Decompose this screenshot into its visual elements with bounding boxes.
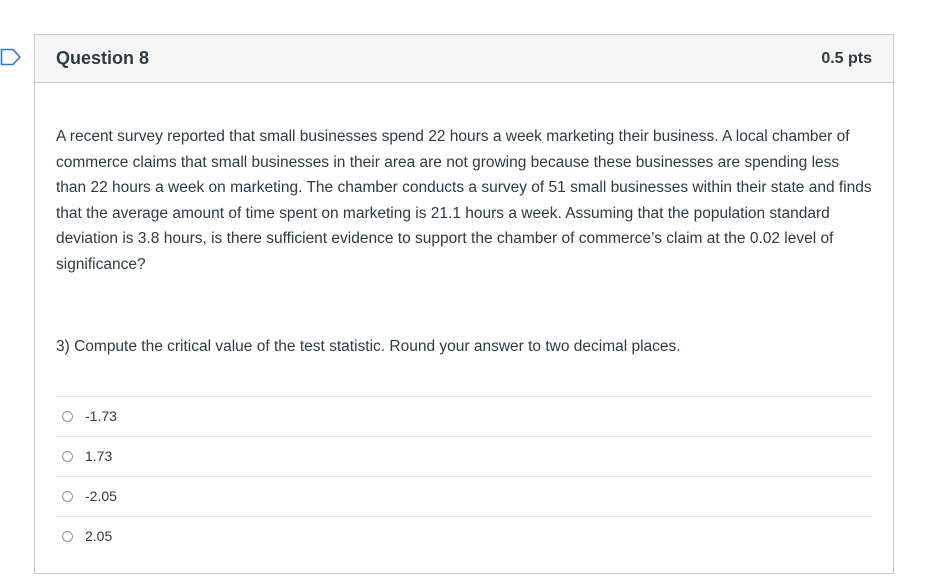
question-title: Question 8: [56, 48, 150, 68]
question-points: 0.5 pts: [821, 49, 872, 67]
question-text: A recent survey reported that small busi…: [56, 128, 872, 273]
radio-unchecked-icon[interactable]: [62, 410, 73, 422]
answer-option-4[interactable]: 2.05: [56, 517, 872, 556]
answer-list: -1.73 1.73 -2.05 2.05: [56, 395, 872, 556]
answer-label[interactable]: 2.05: [85, 528, 112, 544]
question-header: Question 8 0.5 pts: [35, 35, 893, 83]
answer-option-1[interactable]: -1.73: [56, 397, 872, 437]
question-card: Question 8 0.5 pts A recent survey repor…: [34, 34, 894, 574]
answer-label[interactable]: -2.05: [85, 488, 117, 504]
answer-label[interactable]: -1.73: [85, 408, 117, 424]
answer-label[interactable]: 1.73: [85, 448, 112, 464]
answer-option-3[interactable]: -2.05: [56, 477, 872, 517]
radio-unchecked-icon[interactable]: [62, 530, 73, 542]
radio-unchecked-icon[interactable]: [62, 450, 73, 462]
answer-option-2[interactable]: 1.73: [56, 437, 872, 477]
subquestion-text: 3) Compute the critical value of the tes…: [56, 337, 681, 355]
flag-question-icon[interactable]: [0, 48, 22, 66]
radio-unchecked-icon[interactable]: [62, 490, 73, 502]
question-body: A recent survey reported that small busi…: [35, 83, 893, 556]
